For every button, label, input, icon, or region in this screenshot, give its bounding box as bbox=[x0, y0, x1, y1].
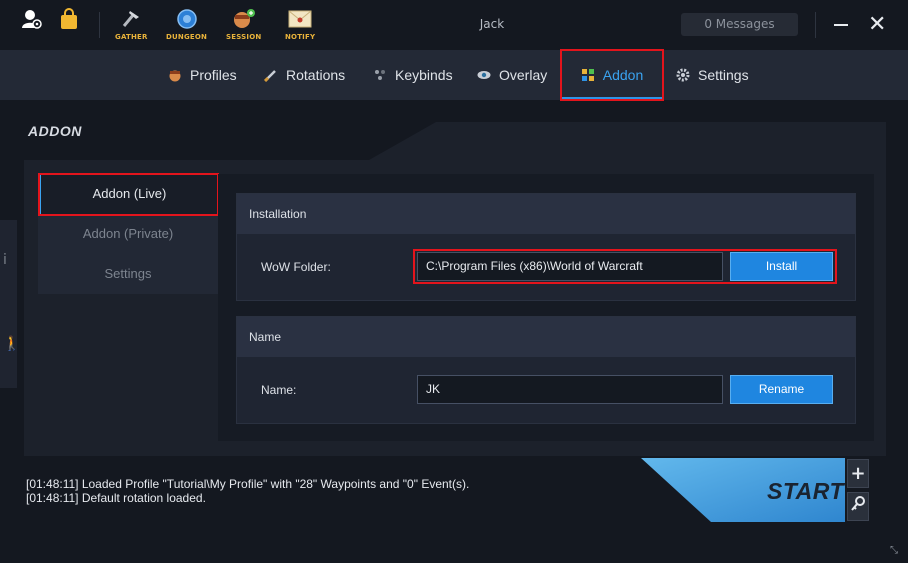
tab-rotations[interactable]: Rotations bbox=[263, 50, 346, 100]
profile-icon bbox=[168, 68, 182, 82]
start-label: START bbox=[767, 478, 845, 504]
messages-button[interactable]: 0 Messages bbox=[681, 13, 798, 36]
walk-icon: 🚶 bbox=[3, 336, 21, 352]
log-output: [01:48:11] Loaded Profile "Tutorial\My P… bbox=[26, 477, 469, 505]
gear-icon bbox=[676, 68, 690, 82]
main-tabs: Profiles Rotations Keybinds Overlay Addo… bbox=[0, 50, 908, 100]
notify-icon bbox=[288, 8, 312, 30]
install-button[interactable]: Install bbox=[730, 252, 833, 281]
addon-icon bbox=[581, 68, 595, 82]
store-icon bbox=[57, 8, 81, 30]
title-bar: GATHER DUNGEON SESSION NOTIFY Jack 0 Mes… bbox=[0, 0, 908, 50]
wow-folder-label: WoW Folder: bbox=[261, 260, 331, 274]
toolbar-separator bbox=[99, 12, 100, 38]
notify-label: NOTIFY bbox=[285, 33, 316, 41]
name-field[interactable]: JK bbox=[417, 375, 723, 404]
walk-tab[interactable]: 🚶 bbox=[0, 304, 21, 388]
plus-icon: + bbox=[850, 463, 866, 484]
dungeon-button[interactable]: DUNGEON bbox=[166, 8, 207, 42]
subnav-item-settings[interactable]: Settings bbox=[38, 254, 218, 294]
installation-header: Installation bbox=[237, 194, 855, 234]
gather-icon bbox=[119, 8, 143, 30]
tab-label: Profiles bbox=[190, 67, 237, 83]
account-icon bbox=[20, 8, 44, 30]
tab-label: Keybinds bbox=[395, 67, 453, 83]
subnav-item-addon-private[interactable]: Addon (Private) bbox=[38, 214, 218, 254]
store-button[interactable] bbox=[57, 8, 81, 42]
tab-label: Settings bbox=[698, 67, 749, 83]
tab-label: Rotations bbox=[286, 67, 346, 83]
session-icon bbox=[232, 8, 256, 30]
session-label: SESSION bbox=[226, 33, 262, 41]
tab-overlay[interactable]: Overlay bbox=[477, 50, 547, 100]
name-card: Name Name: JK Rename bbox=[236, 316, 856, 424]
close-button[interactable]: ✕ bbox=[868, 12, 886, 38]
log-line: [01:48:11] Loaded Profile "Tutorial\My P… bbox=[26, 477, 470, 491]
minimize-button[interactable] bbox=[834, 24, 848, 26]
addon-subnav: Addon (Live) Addon (Private) Settings bbox=[38, 174, 218, 294]
account-button[interactable] bbox=[20, 8, 44, 42]
tab-label: Addon bbox=[602, 67, 644, 83]
installation-card: Installation WoW Folder: C:\Program File… bbox=[236, 193, 856, 301]
user-name: Jack bbox=[479, 17, 505, 31]
add-button[interactable]: + bbox=[847, 459, 869, 488]
notify-button[interactable]: NOTIFY bbox=[285, 8, 315, 42]
log-line: [01:48:11] Default rotation loaded. bbox=[26, 491, 206, 505]
tab-label: Overlay bbox=[499, 67, 548, 83]
session-button[interactable]: SESSION bbox=[226, 8, 261, 42]
gather-label: GATHER bbox=[115, 33, 148, 41]
toolbar-separator bbox=[815, 12, 816, 38]
tab-profiles[interactable]: Profiles bbox=[168, 50, 237, 100]
tab-addon[interactable]: Addon bbox=[562, 50, 662, 100]
section-title: ADDON bbox=[28, 123, 82, 139]
subnav-item-addon-live[interactable]: Addon (Live) bbox=[38, 174, 218, 214]
gather-button[interactable]: GATHER bbox=[115, 8, 148, 42]
key-icon bbox=[851, 496, 865, 517]
name-label: Name: bbox=[261, 383, 297, 397]
sword-icon bbox=[263, 68, 278, 83]
info-tab[interactable]: i bbox=[0, 220, 17, 304]
rename-button[interactable]: Rename bbox=[730, 375, 833, 404]
dungeon-icon bbox=[175, 8, 199, 30]
key-button[interactable] bbox=[847, 492, 869, 521]
name-header: Name bbox=[237, 317, 855, 357]
keybind-icon bbox=[373, 68, 387, 82]
resize-grip-icon[interactable]: ⤡ bbox=[890, 545, 898, 556]
wow-folder-field[interactable]: C:\Program Files (x86)\World of Warcraft bbox=[417, 252, 723, 281]
info-icon: i bbox=[3, 252, 7, 268]
tab-settings[interactable]: Settings bbox=[676, 50, 749, 100]
dungeon-label: DUNGEON bbox=[166, 33, 208, 41]
tab-keybinds[interactable]: Keybinds bbox=[373, 50, 453, 100]
eye-icon bbox=[477, 68, 491, 82]
start-button[interactable]: START bbox=[641, 458, 845, 522]
